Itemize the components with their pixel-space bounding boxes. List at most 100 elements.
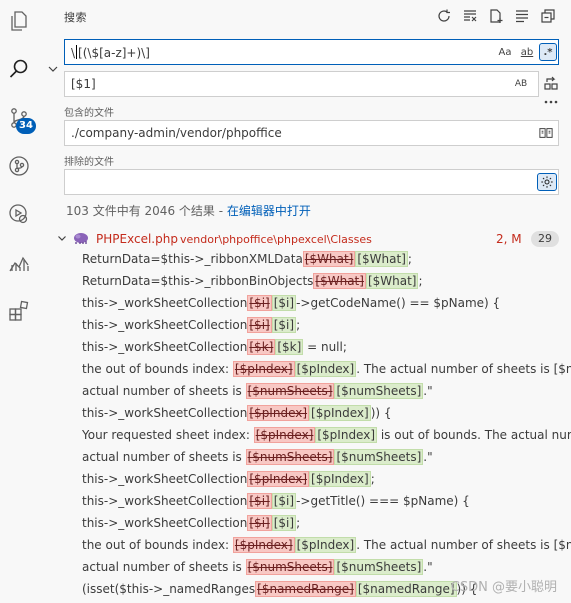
results-summary: 103 文件中有 2046 个结果 - 在编辑器中打开 [66,202,311,219]
result-row[interactable]: this->_workSheetCollection [$i] [$i] ->getC… [82,292,571,314]
result-pre: the out of bounds index: [82,362,233,376]
match-count-badge: 29 [531,231,559,247]
result-ins: [$pIndex] [309,405,371,421]
result-del: [$pIndex] [247,405,310,421]
new-search-editor-icon[interactable] [487,7,505,25]
result-del: [$pIndex] [253,427,316,443]
extensions-icon[interactable] [6,298,32,324]
result-post: ; [370,472,375,486]
result-ins: [$numSheets] [334,449,424,465]
result-ins: [$pIndex] [294,537,357,553]
result-del: [$numSheets] [245,559,335,575]
match-case-toggle[interactable]: Aa [497,43,513,61]
result-pre: this->_workSheetCollection [82,406,248,420]
result-row[interactable]: actual number of sheets is [$numSheets][… [82,446,571,468]
result-row[interactable]: ReturnData=$this->_ribbonBinObjects [$Wha… [82,270,571,292]
result-row[interactable]: ReturnData=$this->_ribbonXMLData [$What][… [82,248,571,270]
replace-all-icon[interactable] [542,75,560,93]
php-file-icon [72,231,90,248]
result-post: ; [296,318,301,332]
result-row[interactable]: this->_workSheetCollection [$i] [$i]; [82,512,571,534]
result-row[interactable]: this->_workSheetCollection [$i] [$i] ->getT… [82,490,571,512]
result-pre: Your requested sheet index: [82,428,254,442]
exclude-input[interactable] [64,169,559,195]
regex-toggle[interactable]: .* [539,43,557,61]
result-pre: this->_workSheetCollection [82,318,248,332]
result-ins: [$pIndex] [309,471,371,487]
result-row[interactable]: this->_workSheetCollection [$pIndex] [$pIn… [82,468,571,490]
use-exclude-settings-icon[interactable] [537,173,557,191]
result-post: )) { [370,406,392,420]
result-del: [$numSheets] [245,449,335,465]
file-path: vendor\phpoffice\phpexcel\Classes [180,233,372,246]
result-row[interactable]: this->_workSheetCollection [$i] [$i]; [82,314,571,336]
result-row[interactable]: the out of bounds index: [$pIndex] [$pInd… [82,534,571,556]
git-graph-icon[interactable] [6,153,32,179]
result-ins: [$namedRange] [355,581,457,597]
result-del: [$i] [247,295,272,311]
result-row[interactable]: this->_workSheetCollection [$k] [$k] = nul… [82,336,571,358]
result-del: [$pIndex] [232,361,295,377]
result-post: ." [423,450,433,464]
result-post: ." [423,384,433,398]
run-debug-icon[interactable] [6,201,32,227]
explorer-icon[interactable] [6,8,32,34]
result-post: ->getTitle() === $pName) { [296,494,470,508]
include-value: ./company-admin/vendor/phpoffice [71,126,282,140]
open-in-editor-link[interactable]: 在编辑器中打开 [227,204,311,218]
result-pre: ReturnData=$this->_ribbonBinObjects [82,274,314,288]
file-expand-chevron-icon[interactable] [56,232,68,247]
git-status: 2, M [496,232,522,246]
search-query-start: \ [71,46,76,60]
replace-value: [$1] [71,77,96,91]
result-ins: [$i] [271,493,297,509]
result-pre: this->_workSheetCollection [82,296,248,310]
results-summary-text: 103 文件中有 2046 个结果 - [66,204,227,218]
result-post: ; [418,274,423,288]
timeline-icon[interactable] [6,250,32,276]
search-icon[interactable] [6,56,32,82]
result-ins: [$i] [271,295,297,311]
result-del: [$i] [247,317,272,333]
result-post: = null; [303,340,347,354]
file-result-header[interactable]: PHPExcel.php vendor\phpoffice\phpexcel\C… [56,230,571,250]
search-open-editors-icon[interactable] [537,124,555,142]
result-del: [$What] [313,273,366,289]
toggle-replace-chevron-icon[interactable] [46,62,60,76]
preserve-case-toggle[interactable]: AB [511,75,531,93]
result-pre: ReturnData=$this->_ribbonXMLData [82,252,303,266]
clear-results-icon[interactable] [461,7,479,25]
result-ins: [$What] [365,273,419,289]
text-caret [76,45,78,59]
search-input[interactable]: \ [(\$[a-z]+)\] Aa ab .* [64,39,559,65]
result-row[interactable]: this->_workSheetCollection [$pIndex] [$pIn… [82,402,571,424]
result-pre: actual number of sheets is [82,560,246,574]
result-pre: this->_workSheetCollection [82,516,248,530]
result-pre: actual number of sheets is [82,450,246,464]
result-ins: [$numSheets] [334,559,424,575]
result-del: [$pIndex] [232,537,295,553]
replace-input[interactable]: [$1] AB [64,71,539,97]
result-del: [$i] [247,493,272,509]
whole-word-toggle[interactable]: ab [517,43,537,61]
result-post: . The actual number of sheets is [$num..… [356,538,571,552]
view-as-tree-icon[interactable] [513,7,531,25]
result-row[interactable]: actual number of sheets is [$numSheets][… [82,380,571,402]
result-row[interactable]: actual number of sheets is [$numSheets][… [82,556,571,578]
search-query-text: [(\$[a-z]+)\] [78,46,150,60]
result-pre: this->_workSheetCollection [82,494,248,508]
result-del: [$pIndex] [247,471,310,487]
source-control-badge: 34 [16,118,36,134]
result-row[interactable]: the out of bounds index: [$pIndex] [$pInd… [82,358,571,380]
watermark: CSDN @要小聪明 [450,580,557,595]
result-post: ; [296,516,301,530]
activity-bar: 34 [0,0,38,603]
collapse-all-icon[interactable] [539,7,557,25]
include-input[interactable]: ./company-admin/vendor/phpoffice [64,120,559,146]
result-row[interactable]: Your requested sheet index: [$pIndex] [$p… [82,424,571,446]
result-post: ->getCodeName() == $pName) { [296,296,501,310]
refresh-icon[interactable] [435,7,453,25]
result-del: [$i] [247,515,272,531]
result-del: [$namedRange] [255,581,356,597]
more-options-icon[interactable] [542,96,560,108]
